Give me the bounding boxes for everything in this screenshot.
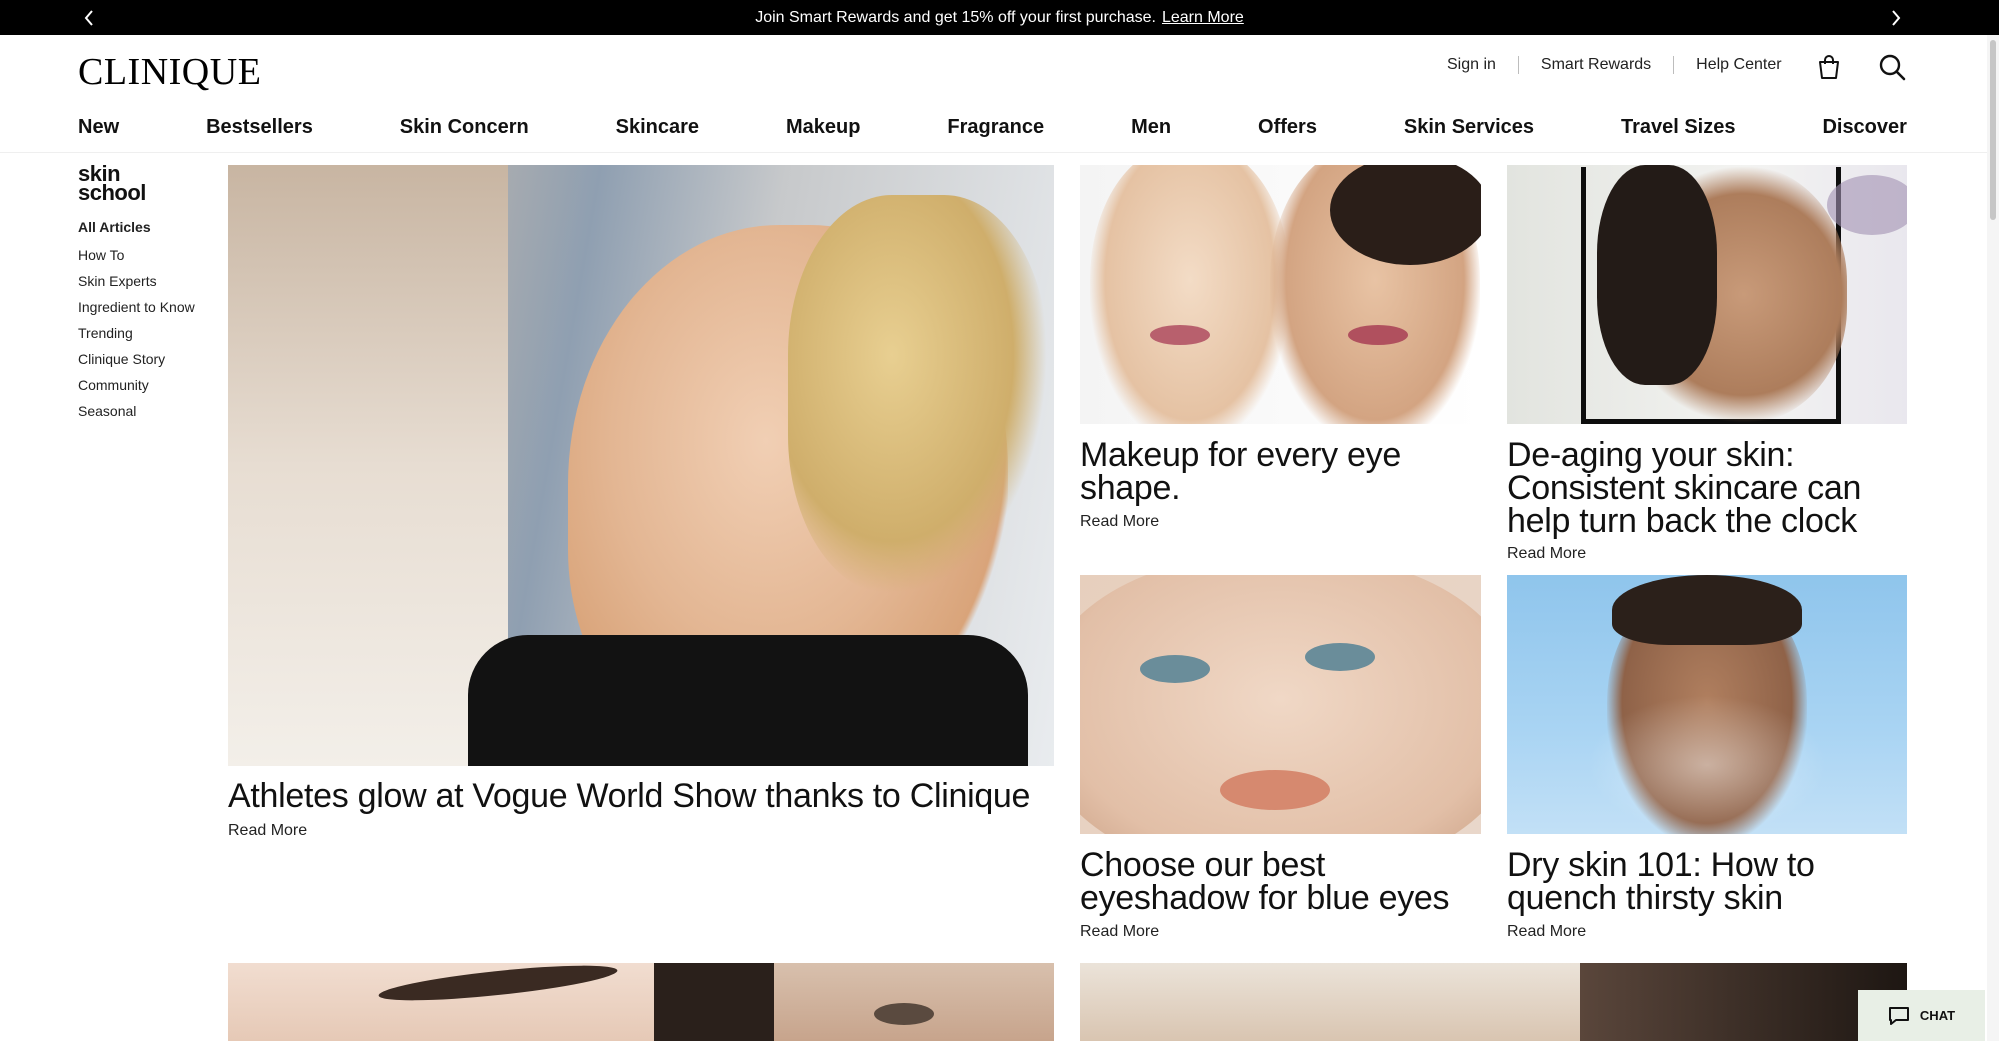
chevron-right-icon — [1892, 9, 1901, 26]
nav-item-men[interactable]: Men — [1131, 116, 1171, 139]
nav-item-skin-services[interactable]: Skin Services — [1404, 116, 1534, 139]
promo-text: Join Smart Rewards and get 15% off your … — [755, 8, 1156, 26]
chevron-left-icon — [84, 9, 93, 26]
nav-item-discover[interactable]: Discover — [1822, 116, 1907, 139]
nav-item-skincare[interactable]: Skincare — [616, 116, 699, 139]
promo-learn-more-link[interactable]: Learn More — [1162, 9, 1244, 27]
read-more-link[interactable]: Read More — [228, 822, 307, 840]
main-navigation: New Bestsellers Skin Concern Skincare Ma… — [78, 110, 1907, 144]
article-title-vogue-world[interactable]: Athletes glow at Vogue World Show thanks… — [228, 779, 1054, 813]
article-image-next-1[interactable] — [228, 963, 654, 1041]
shopping-bag-icon — [1819, 55, 1839, 79]
article-category-list: All Articles How To Skin Experts Ingredi… — [78, 218, 195, 428]
chat-bubble-icon — [1888, 1006, 1909, 1025]
promo-banner: Join Smart Rewards and get 15% off your … — [0, 0, 1999, 35]
promo-prev-button[interactable] — [69, 0, 109, 35]
sidebar-item-clinique-story[interactable]: Clinique Story — [78, 350, 195, 376]
chat-button[interactable]: CHAT — [1858, 990, 1985, 1041]
article-image-blue-eyes[interactable] — [1080, 575, 1481, 834]
nav-divider — [0, 152, 1999, 153]
article-title-de-aging[interactable]: De-aging your skin: Consistent skincare … — [1507, 438, 1907, 538]
article-title-dry-skin[interactable]: Dry skin 101: How to quench thirsty skin — [1507, 848, 1907, 915]
article-image-next-2[interactable] — [654, 963, 1054, 1041]
page-scrollbar-thumb[interactable] — [1990, 40, 1996, 220]
sidebar-item-community[interactable]: Community — [78, 376, 195, 402]
read-more-link[interactable]: Read More — [1507, 923, 1586, 941]
sidebar-item-seasonal[interactable]: Seasonal — [78, 402, 195, 428]
nav-item-skin-concern[interactable]: Skin Concern — [400, 116, 529, 139]
utility-divider — [1517, 56, 1519, 74]
search-button[interactable] — [1877, 52, 1907, 82]
sidebar-item-all-articles[interactable]: All Articles — [78, 218, 195, 246]
article-image-de-aging[interactable] — [1507, 165, 1907, 424]
utility-divider — [1673, 56, 1675, 74]
nav-item-new[interactable]: New — [78, 116, 119, 139]
nav-item-makeup[interactable]: Makeup — [786, 116, 860, 139]
clinique-logo[interactable]: CLINIQUE — [78, 50, 261, 94]
help-center-link[interactable]: Help Center — [1696, 56, 1781, 74]
article-title-blue-eyes[interactable]: Choose our best eyeshadow for blue eyes — [1080, 848, 1481, 915]
nav-item-bestsellers[interactable]: Bestsellers — [206, 116, 313, 139]
article-image-next-3[interactable] — [1080, 963, 1907, 1041]
chat-label: CHAT — [1919, 1008, 1956, 1023]
article-image-vogue-world[interactable] — [228, 165, 1054, 766]
promo-message: Join Smart Rewards and get 15% off your … — [755, 9, 1244, 27]
nav-item-offers[interactable]: Offers — [1258, 116, 1317, 139]
skin-school-logo-line2: school — [78, 180, 146, 205]
smart-rewards-link[interactable]: Smart Rewards — [1541, 56, 1651, 74]
skin-school-logo[interactable]: skin school — [78, 163, 146, 205]
article-title-eye-shape[interactable]: Makeup for every eye shape. — [1080, 438, 1481, 505]
sidebar-item-ingredient-to-know[interactable]: Ingredient to Know — [78, 298, 195, 324]
read-more-link[interactable]: Read More — [1080, 513, 1159, 531]
utility-nav: Sign in Smart Rewards Help Center — [1447, 56, 1782, 74]
nav-item-fragrance[interactable]: Fragrance — [947, 116, 1044, 139]
article-image-eye-shape[interactable] — [1080, 165, 1481, 424]
read-more-link[interactable]: Read More — [1507, 545, 1586, 563]
nav-item-travel-sizes[interactable]: Travel Sizes — [1621, 116, 1736, 139]
search-icon — [1879, 54, 1906, 81]
sign-in-link[interactable]: Sign in — [1447, 56, 1496, 74]
sidebar-item-skin-experts[interactable]: Skin Experts — [78, 272, 195, 298]
sidebar-item-trending[interactable]: Trending — [78, 324, 195, 350]
article-image-dry-skin[interactable] — [1507, 575, 1907, 834]
read-more-link[interactable]: Read More — [1080, 923, 1159, 941]
promo-next-button[interactable] — [1876, 0, 1916, 35]
sidebar-item-how-to[interactable]: How To — [78, 246, 195, 272]
shopping-bag-button[interactable] — [1814, 52, 1844, 82]
